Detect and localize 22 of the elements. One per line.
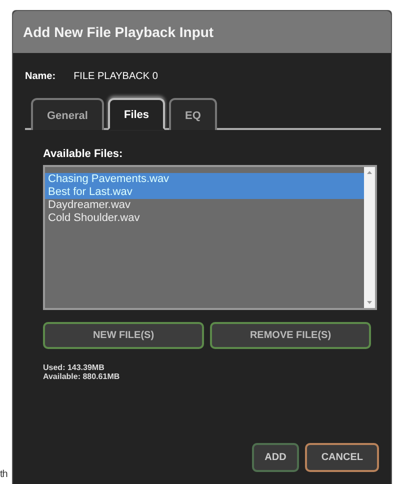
name-label: Name: [25, 71, 56, 82]
scrollbar[interactable] [364, 167, 375, 308]
tab[interactable]: Files [108, 98, 166, 130]
file-item[interactable]: Best for Last.wav [45, 186, 364, 199]
available-text: Available: 880.61MB [43, 372, 121, 381]
add-button[interactable]: ADD [252, 443, 300, 472]
file-item[interactable]: Chasing Pavements.wav [45, 173, 364, 186]
tab[interactable]: General [31, 98, 104, 130]
file-item[interactable]: Cold Shoulder.wav [45, 212, 364, 225]
scroll-up-icon[interactable] [367, 171, 372, 174]
used-text: Used: 143.39MB [43, 363, 106, 372]
file-item[interactable]: Daydreamer.wav [45, 199, 364, 212]
file-list[interactable]: Chasing Pavements.wav Best for Last.wav Daydreamer.wav Cold Shoulder.wav [43, 165, 377, 310]
name-value: FILE PLAYBACK 0 [74, 71, 158, 82]
remove-files-button[interactable]: REMOVE FILE(S) [210, 322, 371, 349]
files-label: Available Files: [43, 148, 124, 160]
tab[interactable]: EQ [169, 98, 217, 130]
dialog-title: Add New File Playback Input [13, 11, 391, 53]
new-files-button[interactable]: NEW FILE(S) [43, 322, 204, 349]
background-text: th [0, 469, 8, 480]
cancel-button[interactable]: CANCEL [305, 443, 379, 472]
scroll-down-icon[interactable] [367, 301, 372, 304]
